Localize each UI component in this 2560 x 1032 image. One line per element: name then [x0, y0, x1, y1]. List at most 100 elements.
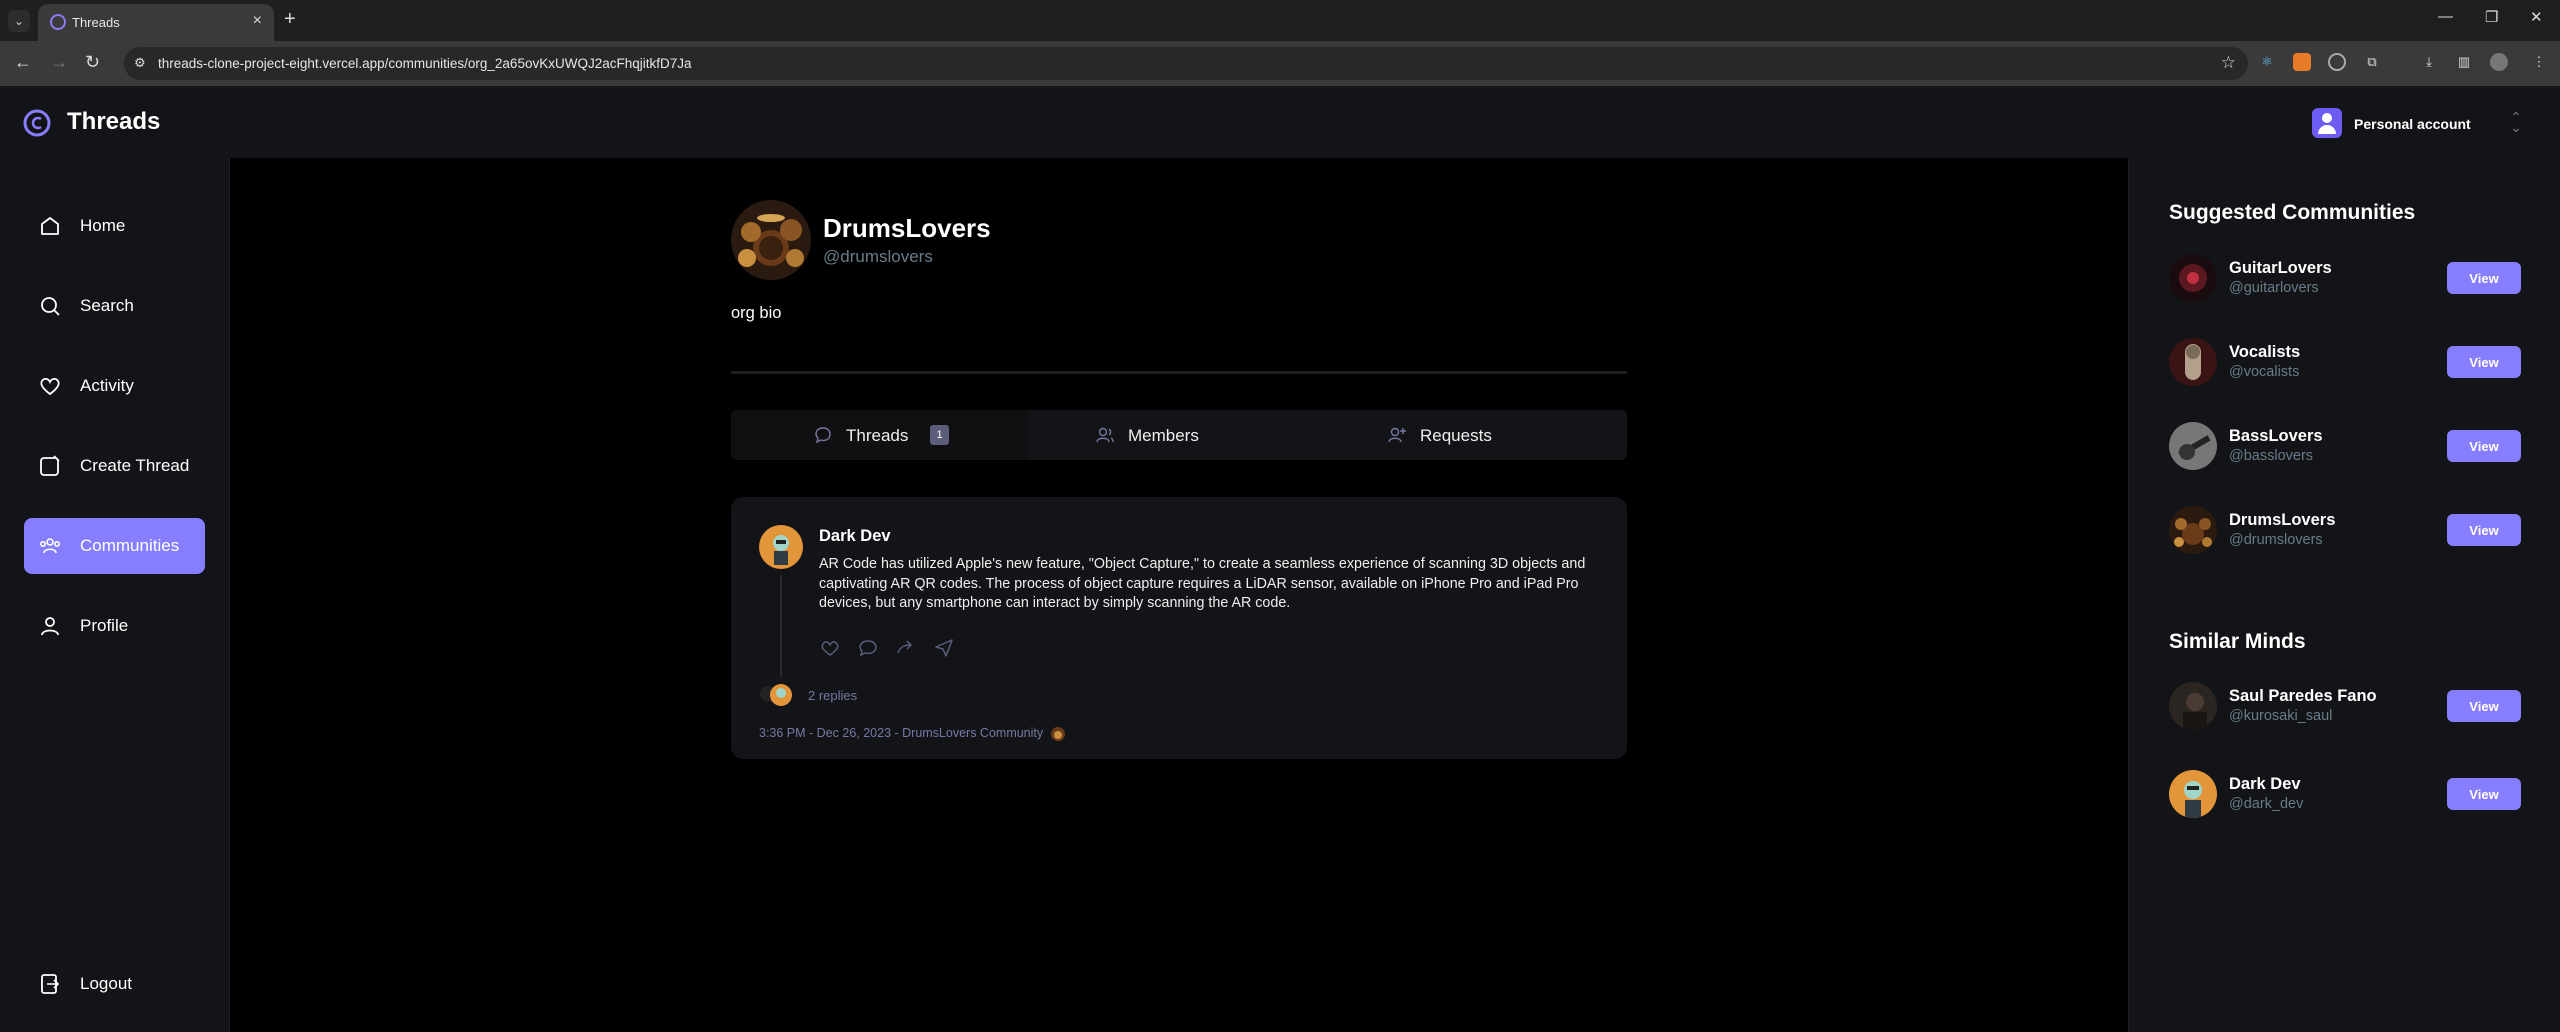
account-label: Personal account — [2354, 116, 2471, 132]
tab-requests[interactable]: Requests — [1327, 410, 1625, 460]
community-tabs: Threads 1 Members Requests — [731, 410, 1627, 460]
tab-label: Members — [1128, 426, 1199, 445]
user-handle: @dark_dev — [2229, 796, 2304, 812]
create-icon — [40, 455, 60, 476]
thread-author[interactable]: Dark Dev — [819, 527, 891, 546]
reply-count[interactable]: 2 replies — [808, 688, 857, 703]
new-tab-icon[interactable]: + — [284, 8, 296, 31]
download-icon[interactable]: ⤓ — [2420, 53, 2438, 71]
community-handle: @vocalists — [2229, 364, 2300, 380]
sidebar-item-search[interactable]: Search — [24, 278, 205, 334]
community-avatar — [2169, 254, 2217, 302]
bookmark-star-icon[interactable]: ☆ — [2221, 53, 2236, 73]
sidebar-item-create-thread[interactable]: Create Thread — [24, 438, 205, 494]
extension-g-icon[interactable] — [2328, 53, 2346, 71]
favicon-icon — [50, 14, 66, 30]
members-icon — [1096, 427, 1114, 443]
sidebar-item-activity[interactable]: Activity — [24, 358, 205, 414]
sidebar-item-communities[interactable]: Communities — [24, 518, 205, 574]
community-handle: @drumslovers — [823, 247, 933, 266]
app-logo-text[interactable]: Threads — [67, 108, 160, 136]
extensions-puzzle-icon[interactable]: ⧉ — [2363, 53, 2381, 71]
profile-avatar-icon[interactable] — [2490, 53, 2508, 71]
threads-logo-icon[interactable] — [22, 108, 52, 138]
heart-icon[interactable] — [819, 637, 841, 659]
community-avatar — [2169, 506, 2217, 554]
reply-avatars — [759, 682, 799, 708]
author-avatar[interactable] — [759, 525, 803, 569]
left-sidebar: Home Search Activity Create Thread Commu… — [0, 158, 230, 1032]
tab-title: Threads — [72, 15, 120, 30]
suggested-community-item: Vocalists @vocalists View — [2169, 338, 2521, 386]
similar-minds-title: Similar Minds — [2169, 630, 2306, 653]
tab-members[interactable]: Members — [1029, 410, 1327, 460]
minimize-icon[interactable]: — — [2438, 8, 2453, 25]
sidebar-item-label: Activity — [80, 376, 134, 395]
app-header: Threads Personal account ⌃ ⌄ — [0, 86, 2560, 158]
thread-footer: 3:36 PM - Dec 26, 2023 - DrumsLovers Com… — [759, 726, 1065, 741]
close-window-icon[interactable]: ✕ — [2530, 8, 2543, 26]
thread-timestamp[interactable]: 3:36 PM - Dec 26, 2023 - DrumsLovers Com… — [759, 726, 1043, 740]
user-icon — [2312, 108, 2342, 138]
logout-icon — [41, 974, 60, 994]
share-icon[interactable] — [933, 637, 955, 659]
back-icon[interactable]: ← — [14, 52, 32, 73]
main-content: DrumsLovers @drumslovers org bio Threads… — [231, 158, 2127, 1032]
community-name: DrumsLovers — [823, 213, 991, 243]
reply-icon[interactable] — [857, 637, 879, 659]
thread-line — [780, 575, 782, 677]
home-icon — [41, 217, 59, 235]
metamask-icon[interactable] — [2293, 53, 2311, 71]
community-avatar — [731, 200, 811, 280]
tab-threads[interactable]: Threads 1 — [731, 410, 1029, 460]
community-name: GuitarLovers — [2229, 259, 2332, 277]
address-bar[interactable]: ⚙ threads-clone-project-eight.vercel.app… — [124, 47, 2248, 80]
user-avatar — [2169, 682, 2217, 730]
view-button[interactable]: View — [2447, 346, 2521, 378]
community-name: Vocalists — [2229, 343, 2301, 361]
community-handle: @drumslovers — [2229, 532, 2323, 548]
suggested-community-item: DrumsLovers @drumslovers View — [2169, 506, 2521, 554]
sidebar-item-label: Create Thread — [80, 456, 190, 475]
browser-tab-strip: ⌄ Threads × + — ❐ ✕ — [0, 0, 2560, 41]
repost-icon[interactable] — [895, 637, 917, 659]
view-button[interactable]: View — [2447, 778, 2521, 810]
community-avatar — [2169, 422, 2217, 470]
account-switcher[interactable]: Personal account ⌃ ⌄ — [2312, 108, 2522, 138]
reload-icon[interactable]: ↻ — [85, 52, 100, 73]
sidebar-item-label: Home — [80, 216, 126, 235]
community-avatar — [2169, 338, 2217, 386]
user-name: Dark Dev — [2229, 775, 2301, 793]
side-panel-icon[interactable]: ▥ — [2455, 53, 2473, 71]
view-button[interactable]: View — [2447, 262, 2521, 294]
browser-tab[interactable]: Threads × — [38, 4, 274, 41]
close-tab-icon[interactable]: × — [253, 12, 262, 30]
thread-count-badge: 1 — [930, 425, 949, 445]
sidebar-item-home[interactable]: Home — [24, 198, 205, 254]
view-button[interactable]: View — [2447, 690, 2521, 722]
logout-button[interactable]: Logout — [24, 956, 205, 1012]
user-handle: @kurosaki_saul — [2229, 708, 2333, 724]
community-icon — [39, 538, 60, 554]
community-bio: org bio — [731, 304, 782, 322]
community-handle: @basslovers — [2229, 448, 2314, 464]
view-button[interactable]: View — [2447, 430, 2521, 462]
url-text[interactable]: threads-clone-project-eight.vercel.app/c… — [158, 56, 692, 71]
similar-user-item: Saul Paredes Fano @kurosaki_saul View — [2169, 682, 2521, 730]
heart-icon — [40, 377, 60, 396]
sidebar-item-label: Profile — [80, 616, 129, 635]
view-button[interactable]: View — [2447, 514, 2521, 546]
menu-dots-icon[interactable]: ⋮ — [2530, 53, 2548, 71]
restore-icon[interactable]: ❐ — [2485, 8, 2498, 26]
chat-bubble-icon — [815, 427, 831, 444]
site-info-icon[interactable]: ⚙ — [134, 55, 146, 71]
tab-label: Threads — [846, 426, 909, 445]
sidebar-item-profile[interactable]: Profile — [24, 598, 205, 654]
tab-search-icon[interactable]: ⌄ — [8, 10, 30, 32]
suggested-community-item: GuitarLovers @guitarlovers View — [2169, 254, 2521, 302]
sidebar-item-label: Search — [80, 296, 134, 315]
forward-icon[interactable]: → — [50, 52, 68, 73]
react-devtools-icon[interactable]: ⚛ — [2258, 53, 2276, 71]
suggested-communities-title: Suggested Communities — [2169, 201, 2416, 224]
community-mini-avatar — [1050, 726, 1065, 741]
